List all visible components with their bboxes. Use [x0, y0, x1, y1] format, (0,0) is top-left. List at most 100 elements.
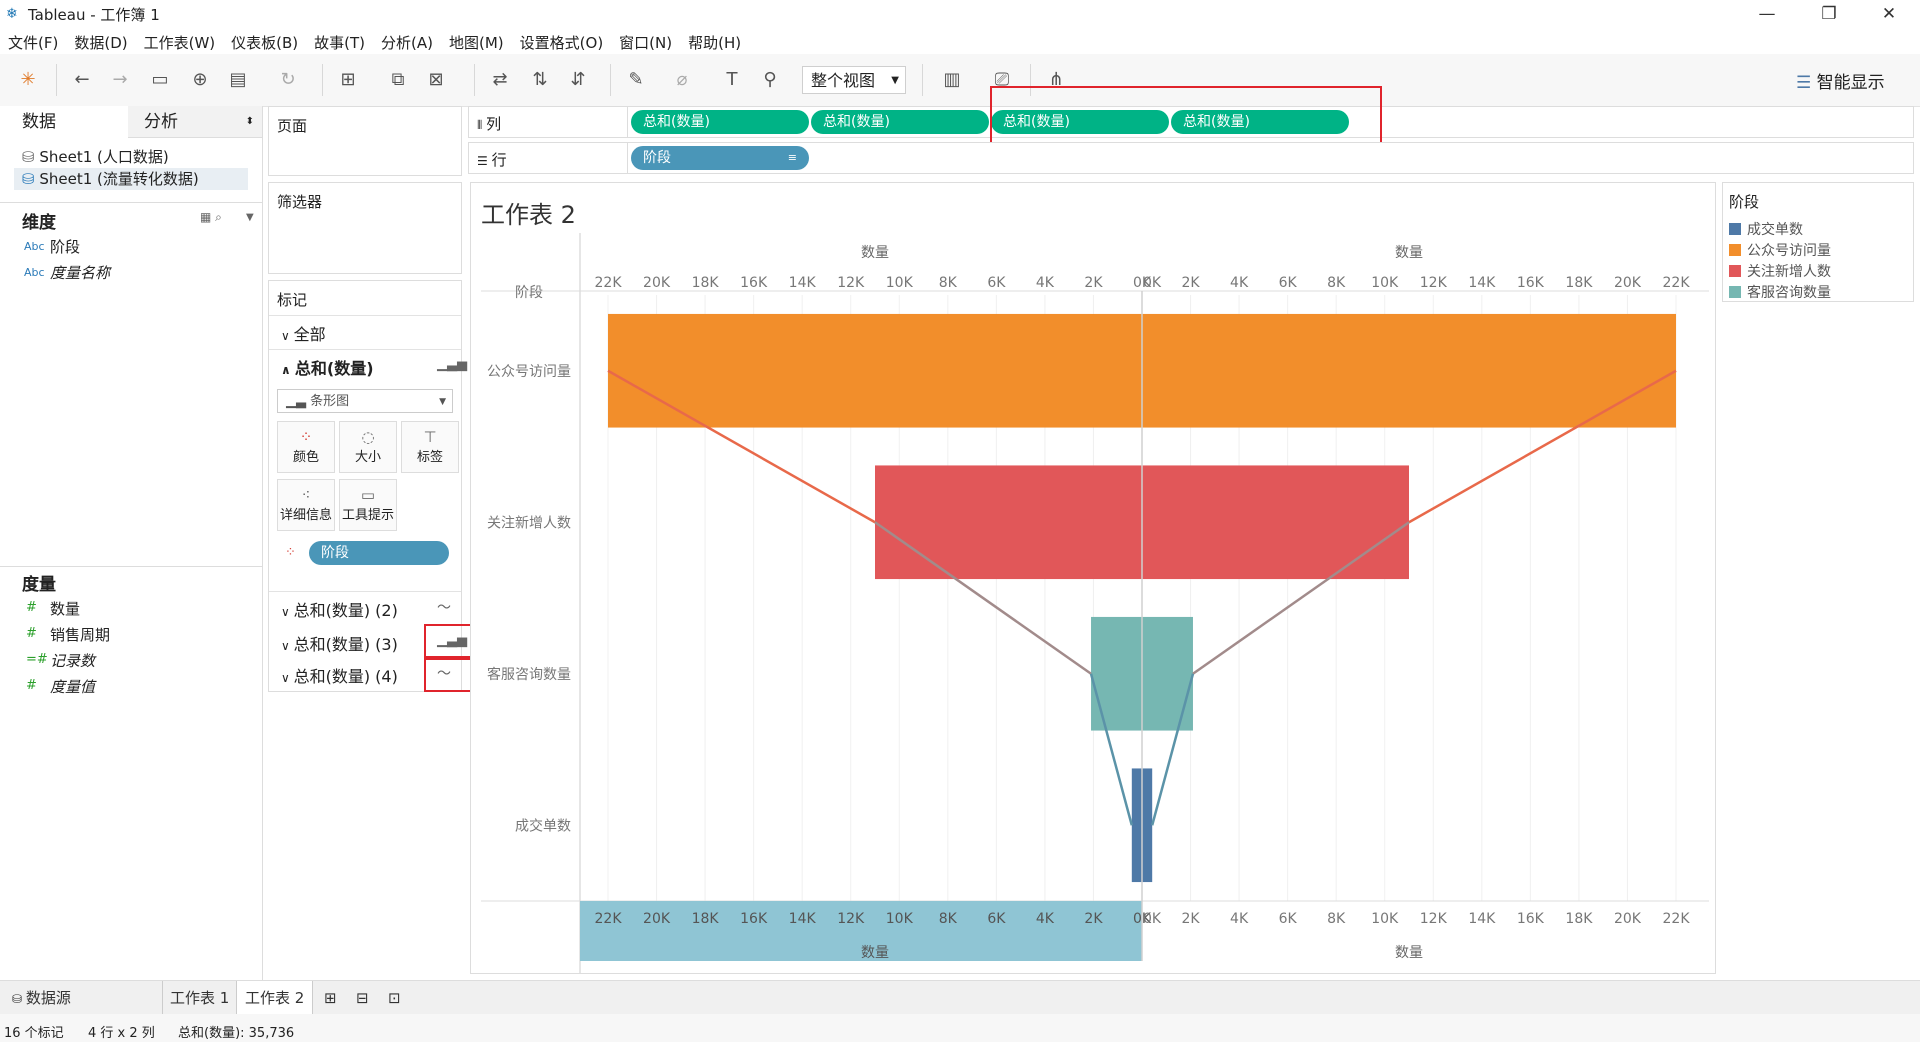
- chevron-down-icon[interactable]: ▼: [246, 212, 254, 223]
- marks-measure3-row[interactable]: ∨ 总和(数量) (3): [281, 631, 398, 655]
- close-button[interactable]: ✕: [1866, 0, 1912, 28]
- show-labels-icon[interactable]: T: [720, 68, 744, 92]
- menu-worksheet[interactable]: 工作表(W): [136, 28, 224, 54]
- column-pill-2[interactable]: 总和(数量): [811, 110, 989, 134]
- menu-bar: 文件(F) 数据(D) 工作表(W) 仪表板(B) 故事(T) 分析(A) 地图…: [0, 28, 1920, 54]
- minimize-button[interactable]: —: [1744, 0, 1790, 28]
- mark-type-select[interactable]: ▁▃ 条形图 ▼: [277, 389, 453, 413]
- x-tick-label-top: 0K: [1143, 275, 1162, 291]
- field-sales-cycle[interactable]: 销售周期: [50, 624, 110, 645]
- fix-axes-icon[interactable]: ⚲: [758, 68, 782, 92]
- menu-analysis[interactable]: 分析(A): [373, 28, 441, 54]
- legend-item[interactable]: 成交单数: [1729, 219, 1803, 239]
- pause-updates-icon[interactable]: ▤: [226, 68, 250, 92]
- line-chart-icon: 〜: [437, 600, 451, 616]
- field-record-count[interactable]: 记录数: [50, 650, 95, 671]
- menu-dashboard[interactable]: 仪表板(B): [223, 28, 306, 54]
- marks-measure3-label: 总和(数量) (3): [293, 635, 398, 654]
- column-pill-1[interactable]: 总和(数量): [631, 110, 809, 134]
- new-worksheet-tab-icon[interactable]: ⊞: [316, 981, 345, 1015]
- detail-icon: ⁖: [301, 486, 311, 504]
- save-icon[interactable]: ▭: [148, 68, 172, 92]
- swap-rows-columns-icon[interactable]: ⇄: [488, 68, 512, 92]
- view-size-select[interactable]: 整个视图 ▼: [802, 66, 906, 94]
- new-datasource-icon[interactable]: ⊕: [188, 68, 212, 92]
- datasource-link-icon: ⛁: [22, 170, 40, 188]
- label-icon: ⊤: [423, 428, 437, 446]
- x-tick-label-bottom: 12K: [1420, 911, 1448, 927]
- legend-swatch: [1729, 223, 1741, 235]
- label-button[interactable]: ⊤ 标签: [401, 421, 459, 473]
- legend-title: 阶段: [1729, 193, 1760, 211]
- marks-measure2-row[interactable]: ∨ 总和(数量) (2): [281, 597, 398, 621]
- tooltip-button[interactable]: ▭ 工具提示: [339, 479, 397, 531]
- size-button[interactable]: ◌ 大小: [339, 421, 397, 473]
- menu-map[interactable]: 地图(M): [441, 28, 512, 54]
- legend-swatch: [1729, 265, 1741, 277]
- color-stage-pill[interactable]: 阶段: [309, 541, 449, 565]
- legend-item[interactable]: 关注新增人数: [1729, 261, 1831, 281]
- toolbar-separator: [922, 64, 923, 96]
- datasource-item-active[interactable]: ⛁ Sheet1 (流量转化数据): [14, 168, 248, 190]
- bar-left: [1091, 616, 1142, 731]
- show-me-button[interactable]: ☰ 智能显示: [1796, 68, 1885, 93]
- tab-analysis[interactable]: 分析 ⬍: [128, 106, 262, 138]
- y-category-label: 客服咨询数量: [487, 666, 571, 683]
- group-members-icon[interactable]: ⌀: [670, 68, 694, 92]
- highlight-icon[interactable]: ✎: [624, 68, 648, 92]
- tab-sheet1[interactable]: 工作表 1: [162, 981, 237, 1015]
- menu-window[interactable]: 窗口(N): [611, 28, 680, 54]
- undo-icon[interactable]: ←: [70, 68, 94, 92]
- detail-button[interactable]: ⁖ 详细信息: [277, 479, 335, 531]
- menu-help[interactable]: 帮助(H): [680, 28, 749, 54]
- string-type-icon: Abc: [24, 240, 45, 253]
- marks-all-row[interactable]: ∨ 全部: [281, 321, 326, 345]
- sort-ascending-icon[interactable]: ⇅: [528, 68, 552, 92]
- tab-sheet2[interactable]: 工作表 2: [236, 981, 314, 1015]
- chevron-down-icon: ▼: [439, 397, 446, 407]
- field-quantity[interactable]: 数量: [50, 598, 80, 619]
- row-pill-stage[interactable]: 阶段 ≡: [631, 146, 809, 170]
- duplicate-sheet-icon[interactable]: ⧉: [386, 68, 410, 92]
- pages-card[interactable]: 页面: [268, 106, 462, 176]
- show-cards-icon[interactable]: ▥: [940, 68, 964, 92]
- redo-icon[interactable]: →: [108, 68, 132, 92]
- filters-title: 筛选器: [277, 193, 323, 211]
- datasource-icon: ⛁: [22, 148, 40, 166]
- filters-card[interactable]: 筛选器: [268, 182, 462, 274]
- size-label: 大小: [354, 450, 381, 465]
- refresh-icon[interactable]: ↻: [276, 68, 300, 92]
- funnel-chart[interactable]: 数量 数量数量 数量阶段22K22K20K20K18K18K16K16K14K14K…: [471, 183, 1715, 973]
- x-tick-label-bottom: 14K: [1468, 911, 1496, 927]
- tab-data[interactable]: 数据: [0, 106, 126, 138]
- marks-measure4-row[interactable]: ∨ 总和(数量) (4): [281, 663, 398, 687]
- color-button[interactable]: ⁘ 颜色: [277, 421, 335, 473]
- menu-file[interactable]: 文件(F): [0, 28, 66, 54]
- field-stage[interactable]: 阶段: [50, 236, 80, 257]
- menu-format[interactable]: 设置格式(O): [512, 28, 612, 54]
- tab-datasource[interactable]: ⛁ 数据源: [4, 981, 79, 1015]
- legend-item[interactable]: 客服咨询数量: [1729, 282, 1831, 302]
- highlight-box: [424, 624, 472, 658]
- x-tick-label-bottom: 10K: [886, 911, 914, 927]
- menu-data[interactable]: 数据(D): [66, 28, 135, 54]
- datasource-item[interactable]: ⛁ Sheet1 (人口数据): [22, 146, 169, 167]
- tableau-home-icon[interactable]: ✳: [16, 68, 40, 92]
- new-dashboard-tab-icon[interactable]: ⊟: [348, 981, 377, 1015]
- legend-item[interactable]: 公众号访问量: [1729, 240, 1831, 260]
- new-worksheet-icon[interactable]: ⊞: [336, 68, 360, 92]
- legend-label: 关注新增人数: [1747, 264, 1831, 280]
- new-story-tab-icon[interactable]: ⊡: [380, 981, 409, 1015]
- marks-measure1-row[interactable]: ∧ 总和(数量): [281, 355, 374, 379]
- x-tick-label-bottom: 22K: [595, 911, 623, 927]
- sort-descending-icon[interactable]: ⇵: [566, 68, 590, 92]
- restore-button[interactable]: ❐: [1806, 0, 1852, 28]
- divider: [627, 107, 628, 137]
- menu-story[interactable]: 故事(T): [306, 28, 373, 54]
- field-measure-values[interactable]: 度量值: [50, 676, 95, 697]
- x-tick-label-bottom: 18K: [1565, 911, 1593, 927]
- search-icon[interactable]: ▦ ⌕: [200, 210, 222, 225]
- legend-label: 客服咨询数量: [1747, 285, 1831, 301]
- clear-sheet-icon[interactable]: ⊠: [424, 68, 448, 92]
- field-measure-names[interactable]: 度量名称: [50, 262, 110, 283]
